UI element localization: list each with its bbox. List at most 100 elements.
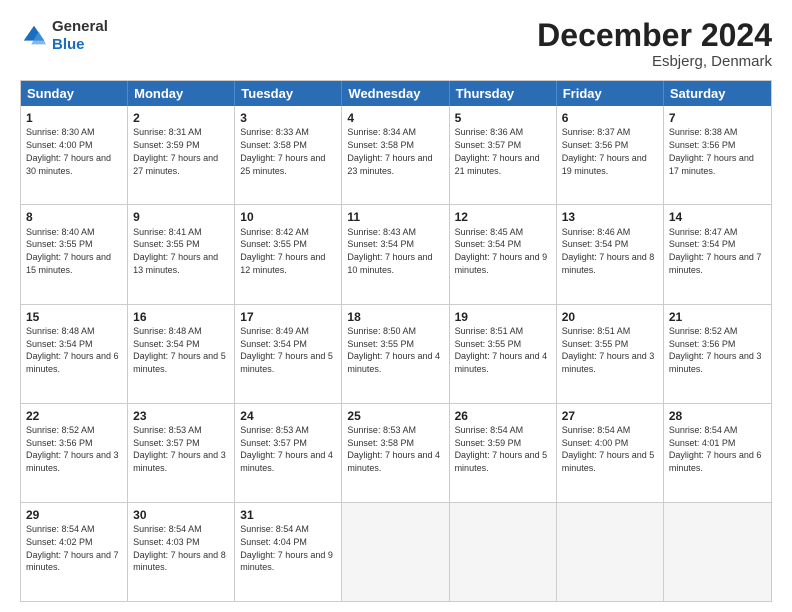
day-number: 17 <box>240 309 336 325</box>
cal-cell-29: 29Sunrise: 8:54 AMSunset: 4:02 PMDayligh… <box>21 503 128 601</box>
cal-header-friday: Friday <box>557 81 664 106</box>
cell-info: Sunrise: 8:51 AMSunset: 3:55 PMDaylight:… <box>455 326 548 374</box>
cell-info: Sunrise: 8:45 AMSunset: 3:54 PMDaylight:… <box>455 227 548 275</box>
cal-cell-31: 31Sunrise: 8:54 AMSunset: 4:04 PMDayligh… <box>235 503 342 601</box>
cell-info: Sunrise: 8:52 AMSunset: 3:56 PMDaylight:… <box>26 425 119 473</box>
day-number: 12 <box>455 209 551 225</box>
logo-blue-text: Blue <box>52 36 85 53</box>
day-number: 21 <box>669 309 766 325</box>
cell-info: Sunrise: 8:33 AMSunset: 3:58 PMDaylight:… <box>240 127 325 175</box>
cal-cell-8: 8Sunrise: 8:40 AMSunset: 3:55 PMDaylight… <box>21 205 128 303</box>
cal-cell-27: 27Sunrise: 8:54 AMSunset: 4:00 PMDayligh… <box>557 404 664 502</box>
cal-cell-2: 2Sunrise: 8:31 AMSunset: 3:59 PMDaylight… <box>128 106 235 204</box>
day-number: 6 <box>562 110 658 126</box>
cell-info: Sunrise: 8:48 AMSunset: 3:54 PMDaylight:… <box>26 326 119 374</box>
logo-general-text: General <box>52 18 108 35</box>
cell-info: Sunrise: 8:52 AMSunset: 3:56 PMDaylight:… <box>669 326 762 374</box>
cal-cell-19: 19Sunrise: 8:51 AMSunset: 3:55 PMDayligh… <box>450 305 557 403</box>
cal-header-monday: Monday <box>128 81 235 106</box>
day-number: 5 <box>455 110 551 126</box>
cal-row-2: 15Sunrise: 8:48 AMSunset: 3:54 PMDayligh… <box>21 304 771 403</box>
cal-cell-empty-4-3 <box>342 503 449 601</box>
cal-cell-30: 30Sunrise: 8:54 AMSunset: 4:03 PMDayligh… <box>128 503 235 601</box>
day-number: 25 <box>347 408 443 424</box>
cell-info: Sunrise: 8:54 AMSunset: 4:00 PMDaylight:… <box>562 425 655 473</box>
cal-cell-28: 28Sunrise: 8:54 AMSunset: 4:01 PMDayligh… <box>664 404 771 502</box>
cell-info: Sunrise: 8:53 AMSunset: 3:57 PMDaylight:… <box>240 425 333 473</box>
cal-header-tuesday: Tuesday <box>235 81 342 106</box>
cell-info: Sunrise: 8:49 AMSunset: 3:54 PMDaylight:… <box>240 326 333 374</box>
header: General Blue December 2024 Esbjerg, Denm… <box>20 18 772 70</box>
day-number: 7 <box>669 110 766 126</box>
cal-cell-12: 12 Sunrise: 8:45 AMSunset: 3:54 PMDayligh… <box>450 205 557 303</box>
cell-info: Sunrise: 8:53 AMSunset: 3:57 PMDaylight:… <box>133 425 226 473</box>
cal-header-sunday: Sunday <box>21 81 128 106</box>
cal-cell-7: 7Sunrise: 8:38 AMSunset: 3:56 PMDaylight… <box>664 106 771 204</box>
logo-icon <box>20 22 48 50</box>
title-block: December 2024 Esbjerg, Denmark <box>537 18 772 70</box>
cell-info: Sunrise: 8:37 AMSunset: 3:56 PMDaylight:… <box>562 127 647 175</box>
cal-cell-15: 15Sunrise: 8:48 AMSunset: 3:54 PMDayligh… <box>21 305 128 403</box>
cal-cell-5: 5Sunrise: 8:36 AMSunset: 3:57 PMDaylight… <box>450 106 557 204</box>
day-number: 4 <box>347 110 443 126</box>
cal-cell-empty-4-6 <box>664 503 771 601</box>
logo: General Blue <box>20 18 108 54</box>
calendar-header: SundayMondayTuesdayWednesdayThursdayFrid… <box>21 81 771 106</box>
cal-cell-13: 13 Sunrise: 8:46 AMSunset: 3:54 PMDayligh… <box>557 205 664 303</box>
day-number: 13 <box>562 209 658 225</box>
cell-info: Sunrise: 8:50 AMSunset: 3:55 PMDaylight:… <box>347 326 440 374</box>
calendar: SundayMondayTuesdayWednesdayThursdayFrid… <box>20 80 772 602</box>
cell-info: Sunrise: 8:47 AMSunset: 3:54 PMDaylight:… <box>669 227 762 275</box>
cal-cell-22: 22Sunrise: 8:52 AMSunset: 3:56 PMDayligh… <box>21 404 128 502</box>
cal-cell-11: 11 Sunrise: 8:43 AMSunset: 3:54 PMDayligh… <box>342 205 449 303</box>
location-subtitle: Esbjerg, Denmark <box>537 53 772 70</box>
cell-info: Sunrise: 8:54 AMSunset: 4:02 PMDaylight:… <box>26 524 119 572</box>
day-number: 19 <box>455 309 551 325</box>
cal-header-thursday: Thursday <box>450 81 557 106</box>
cal-cell-25: 25Sunrise: 8:53 AMSunset: 3:58 PMDayligh… <box>342 404 449 502</box>
cell-info: Sunrise: 8:53 AMSunset: 3:58 PMDaylight:… <box>347 425 440 473</box>
day-number: 28 <box>669 408 766 424</box>
cell-info: Sunrise: 8:30 AMSunset: 4:00 PMDaylight:… <box>26 127 111 175</box>
day-number: 16 <box>133 309 229 325</box>
logo-text: General Blue <box>52 18 108 54</box>
day-number: 26 <box>455 408 551 424</box>
day-number: 20 <box>562 309 658 325</box>
cal-header-saturday: Saturday <box>664 81 771 106</box>
month-title: December 2024 <box>537 18 772 53</box>
cell-info: Sunrise: 8:41 AMSunset: 3:55 PMDaylight:… <box>133 227 218 275</box>
cal-cell-16: 16Sunrise: 8:48 AMSunset: 3:54 PMDayligh… <box>128 305 235 403</box>
cell-info: Sunrise: 8:46 AMSunset: 3:54 PMDaylight:… <box>562 227 655 275</box>
day-number: 15 <box>26 309 122 325</box>
cell-info: Sunrise: 8:31 AMSunset: 3:59 PMDaylight:… <box>133 127 218 175</box>
cal-cell-empty-4-4 <box>450 503 557 601</box>
cal-cell-26: 26Sunrise: 8:54 AMSunset: 3:59 PMDayligh… <box>450 404 557 502</box>
day-number: 24 <box>240 408 336 424</box>
cal-cell-empty-4-5 <box>557 503 664 601</box>
day-number: 8 <box>26 209 122 225</box>
day-number: 31 <box>240 507 336 523</box>
cal-cell-23: 23Sunrise: 8:53 AMSunset: 3:57 PMDayligh… <box>128 404 235 502</box>
day-number: 29 <box>26 507 122 523</box>
cal-cell-18: 18Sunrise: 8:50 AMSunset: 3:55 PMDayligh… <box>342 305 449 403</box>
cell-info: Sunrise: 8:43 AMSunset: 3:54 PMDaylight:… <box>347 227 432 275</box>
cell-info: Sunrise: 8:48 AMSunset: 3:54 PMDaylight:… <box>133 326 226 374</box>
day-number: 30 <box>133 507 229 523</box>
cal-cell-14: 14Sunrise: 8:47 AMSunset: 3:54 PMDayligh… <box>664 205 771 303</box>
day-number: 2 <box>133 110 229 126</box>
cal-cell-24: 24Sunrise: 8:53 AMSunset: 3:57 PMDayligh… <box>235 404 342 502</box>
cal-cell-20: 20Sunrise: 8:51 AMSunset: 3:55 PMDayligh… <box>557 305 664 403</box>
day-number: 23 <box>133 408 229 424</box>
day-number: 11 <box>347 209 443 225</box>
day-number: 27 <box>562 408 658 424</box>
cell-info: Sunrise: 8:54 AMSunset: 4:01 PMDaylight:… <box>669 425 762 473</box>
day-number: 18 <box>347 309 443 325</box>
page: General Blue December 2024 Esbjerg, Denm… <box>0 0 792 612</box>
cal-header-wednesday: Wednesday <box>342 81 449 106</box>
day-number: 1 <box>26 110 122 126</box>
cell-info: Sunrise: 8:51 AMSunset: 3:55 PMDaylight:… <box>562 326 655 374</box>
cal-row-3: 22Sunrise: 8:52 AMSunset: 3:56 PMDayligh… <box>21 403 771 502</box>
cell-info: Sunrise: 8:54 AMSunset: 3:59 PMDaylight:… <box>455 425 548 473</box>
cal-row-0: 1Sunrise: 8:30 AMSunset: 4:00 PMDaylight… <box>21 106 771 204</box>
cell-info: Sunrise: 8:38 AMSunset: 3:56 PMDaylight:… <box>669 127 754 175</box>
